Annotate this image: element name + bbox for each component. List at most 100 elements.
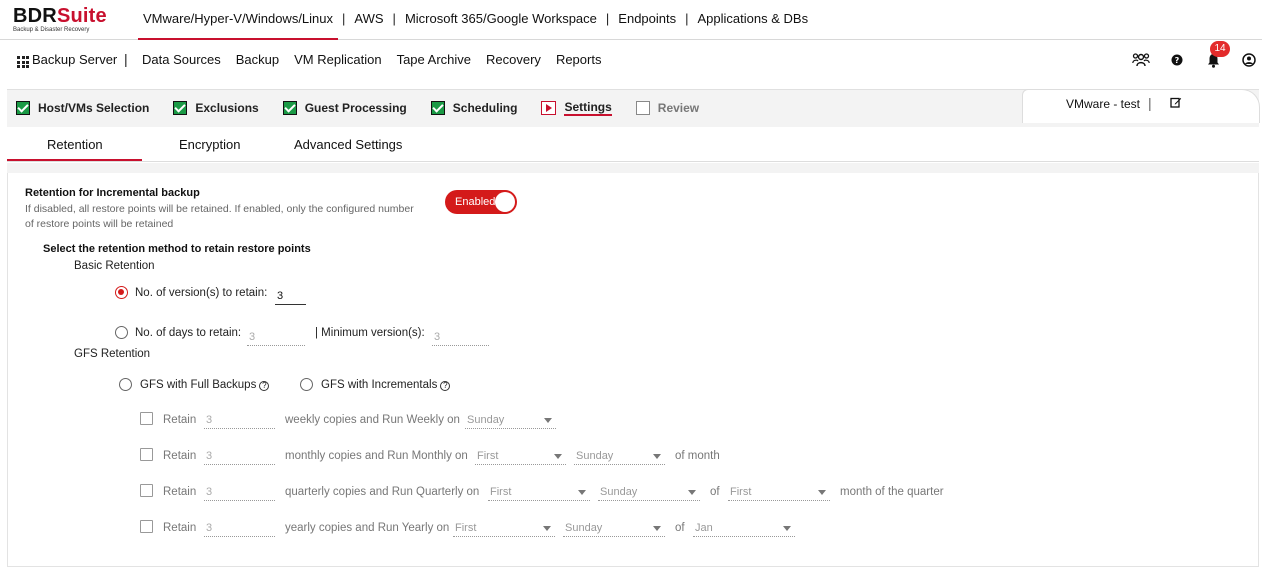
nav-recovery[interactable]: Recovery: [486, 52, 541, 67]
product-tab-aws[interactable]: AWS: [354, 11, 383, 26]
backup-job-name: VMware - test: [1066, 97, 1141, 111]
gfs-incremental-label: GFS with Incrementals: [321, 379, 438, 391]
step-label: Settings: [564, 100, 612, 116]
main-nav: Data Sources Backup VM Replication Tape …: [142, 52, 616, 67]
quarterly-month-week-select[interactable]: First: [728, 485, 830, 501]
nav-vm-replication[interactable]: VM Replication: [294, 52, 381, 67]
weekly-copies-input[interactable]: 3: [204, 413, 275, 429]
min-versions-label: | Minimum version(s):: [315, 327, 425, 339]
checked-checkbox-icon: [16, 101, 30, 115]
user-account-icon[interactable]: [1242, 53, 1256, 67]
current-step-play-icon: [541, 101, 557, 115]
retention-panel: [7, 173, 1259, 567]
min-versions-input[interactable]: 3: [432, 330, 489, 346]
step-label: Exclusions: [195, 101, 259, 115]
yearly-day-select[interactable]: Sunday: [563, 521, 665, 537]
product-tab-vmware[interactable]: VMware/Hyper-V/Windows/Linux: [143, 11, 333, 26]
yearly-week-select[interactable]: First: [453, 521, 555, 537]
svg-text:?: ?: [1175, 56, 1180, 65]
toggle-knob: [495, 192, 515, 212]
yearly-text: yearly copies and Run Yearly on: [285, 522, 450, 534]
product-tab-m365[interactable]: Microsoft 365/Google Workspace: [405, 11, 597, 26]
step-host-vms-selection[interactable]: Host/VMs Selection: [16, 101, 149, 115]
step-label: Scheduling: [452, 101, 518, 115]
nav-backup[interactable]: Backup: [236, 52, 279, 67]
gfs-incremental-radio[interactable]: [300, 378, 313, 391]
nav-separator: |: [605, 11, 610, 26]
tab-encryption[interactable]: Encryption: [179, 137, 240, 152]
retention-help-line2: of restore points will be retained: [25, 218, 174, 230]
monthly-checkbox[interactable]: [140, 448, 153, 461]
users-icon[interactable]: [1132, 52, 1150, 68]
weekly-checkbox[interactable]: [140, 412, 153, 425]
retention-title: Retention for Incremental backup: [25, 187, 200, 199]
question-circle-icon[interactable]: ?: [440, 381, 451, 391]
wizard-steps: Host/VMs Selection Exclusions Guest Proc…: [16, 100, 723, 116]
tab-advanced-settings[interactable]: Advanced Settings: [294, 137, 402, 152]
yearly-checkbox[interactable]: [140, 520, 153, 533]
monthly-week-select[interactable]: First: [475, 449, 566, 465]
quarterly-text: quarterly copies and Run Quarterly on: [285, 486, 480, 498]
step-scheduling[interactable]: Scheduling: [430, 101, 518, 115]
yearly-month-select[interactable]: Jan: [693, 521, 795, 537]
help-icon[interactable]: ?: [1171, 54, 1183, 66]
step-settings[interactable]: Settings: [541, 100, 612, 116]
product-tab-apps-dbs[interactable]: Applications & DBs: [698, 11, 809, 26]
quarterly-retain-label: Retain: [163, 486, 197, 498]
weekly-retain-label: Retain: [163, 414, 197, 426]
yearly-copies-input[interactable]: 3: [204, 521, 275, 537]
quarterly-of: of: [710, 486, 720, 498]
step-exclusions[interactable]: Exclusions: [173, 101, 259, 115]
days-label: No. of days to retain:: [135, 327, 242, 339]
notification-count-badge: 14: [1210, 41, 1230, 57]
nav-data-sources[interactable]: Data Sources: [142, 52, 221, 67]
logo-bdr-text: BDR: [13, 5, 57, 27]
quarterly-copies-input[interactable]: 3: [204, 485, 275, 501]
checked-checkbox-icon: [282, 101, 297, 115]
weekly-day-select[interactable]: Sunday: [465, 413, 556, 429]
step-guest-processing[interactable]: Guest Processing: [282, 101, 407, 115]
step-label: Review: [657, 101, 700, 115]
nav-tape-archive[interactable]: Tape Archive: [397, 52, 471, 67]
apps-grid-icon[interactable]: [17, 56, 29, 68]
versions-radio[interactable]: [115, 286, 128, 299]
gfs-full-radio[interactable]: [119, 378, 132, 391]
gfs-full-label: GFS with Full Backups: [140, 379, 257, 391]
toggle-label: Enabled: [455, 196, 496, 208]
nav-separator: |: [342, 11, 346, 26]
active-product-underline: [138, 38, 338, 40]
step-review[interactable]: Review: [635, 101, 700, 115]
nav-separator: |: [392, 11, 396, 26]
weekly-text: weekly copies and Run Weekly on: [285, 414, 460, 426]
monthly-text: monthly copies and Run Monthly on: [285, 450, 468, 462]
quarterly-suffix: month of the quarter: [840, 486, 944, 498]
question-circle-icon[interactable]: ?: [259, 381, 270, 391]
edit-icon[interactable]: [1170, 96, 1182, 108]
days-input[interactable]: 3: [247, 330, 305, 346]
retention-method-heading: Select the retention method to retain re…: [43, 243, 311, 255]
logo-tagline: Backup & Disaster Recovery: [13, 27, 90, 33]
tab-retention[interactable]: Retention: [47, 137, 103, 152]
backup-server-menu[interactable]: Backup Server: [32, 52, 117, 67]
monthly-copies-input[interactable]: 3: [204, 449, 275, 465]
monthly-retain-label: Retain: [163, 450, 197, 462]
logo-suite-text: Suite: [56, 5, 107, 27]
quarterly-week-select[interactable]: First: [488, 485, 590, 501]
versions-input[interactable]: 3: [275, 289, 306, 305]
basic-retention-heading: Basic Retention: [74, 260, 155, 272]
monthly-day-select[interactable]: Sunday: [574, 449, 665, 465]
nav-separator: |: [685, 11, 689, 26]
nav-reports[interactable]: Reports: [556, 52, 602, 67]
quarterly-checkbox[interactable]: [140, 484, 153, 497]
yearly-retain-label: Retain: [163, 522, 197, 534]
checked-checkbox-icon: [430, 101, 445, 115]
monthly-suffix: of month: [675, 450, 720, 462]
product-tab-endpoints[interactable]: Endpoints: [618, 11, 676, 26]
bdrsuite-logo[interactable]: BDRSuite Backup & Disaster Recovery: [13, 6, 107, 34]
days-radio[interactable]: [115, 326, 128, 339]
retention-enabled-toggle[interactable]: Enabled: [445, 190, 517, 214]
backup-job-tab: [1022, 89, 1260, 123]
active-tab-underline: [7, 159, 142, 161]
quarterly-day-select[interactable]: Sunday: [598, 485, 700, 501]
versions-label: No. of version(s) to retain:: [135, 287, 268, 299]
